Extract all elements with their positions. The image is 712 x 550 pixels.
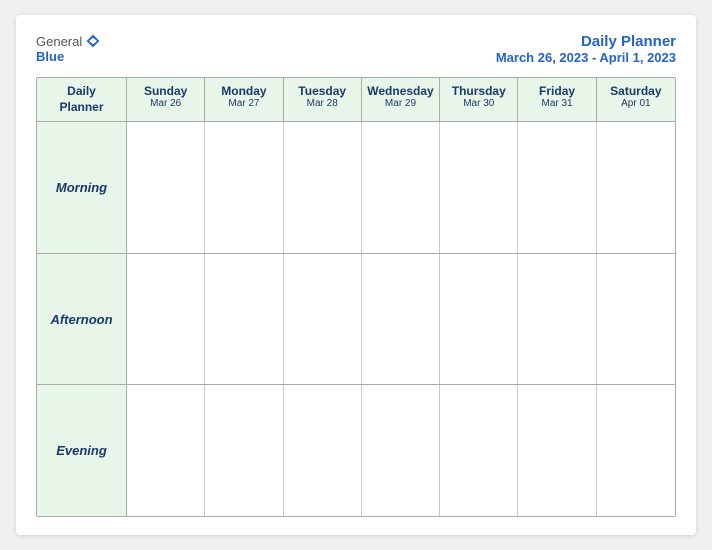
- friday-label: Friday: [522, 84, 591, 98]
- sunday-label: Sunday: [131, 84, 200, 98]
- thursday-label: Thursday: [444, 84, 513, 98]
- daily-planner-label-line1: Daily: [67, 84, 96, 100]
- thursday-date: Mar 30: [444, 98, 513, 109]
- first-column-header: Daily Planner: [37, 78, 127, 121]
- afternoon-label: Afternoon: [37, 254, 127, 385]
- daily-planner-label-line2: Planner: [59, 100, 103, 116]
- col-header-sunday: Sunday Mar 26: [127, 78, 205, 121]
- evening-saturday-cell[interactable]: [597, 385, 675, 516]
- morning-friday-cell[interactable]: [518, 122, 596, 253]
- title-area: Daily Planner March 26, 2023 - April 1, …: [496, 33, 676, 65]
- evening-sunday-cell[interactable]: [127, 385, 205, 516]
- logo-general-text: General: [36, 34, 82, 49]
- evening-monday-cell[interactable]: [205, 385, 283, 516]
- tuesday-label: Tuesday: [288, 84, 357, 98]
- body-rows: Morning Afternoon Evening: [37, 122, 675, 516]
- morning-wednesday-cell[interactable]: [362, 122, 440, 253]
- afternoon-monday-cell[interactable]: [205, 254, 283, 385]
- col-header-wednesday: Wednesday Mar 29: [362, 78, 440, 121]
- afternoon-friday-cell[interactable]: [518, 254, 596, 385]
- afternoon-sunday-cell[interactable]: [127, 254, 205, 385]
- afternoon-thursday-cell[interactable]: [440, 254, 518, 385]
- saturday-label: Saturday: [601, 84, 671, 98]
- logo-blue-text: Blue: [36, 49, 64, 64]
- evening-wednesday-cell[interactable]: [362, 385, 440, 516]
- morning-monday-cell[interactable]: [205, 122, 283, 253]
- logo-icon: [85, 33, 101, 49]
- col-header-friday: Friday Mar 31: [518, 78, 596, 121]
- friday-date: Mar 31: [522, 98, 591, 109]
- col-header-monday: Monday Mar 27: [205, 78, 283, 121]
- wednesday-label: Wednesday: [366, 84, 435, 98]
- wednesday-date: Mar 29: [366, 98, 435, 109]
- morning-thursday-cell[interactable]: [440, 122, 518, 253]
- planner-title: Daily Planner: [496, 33, 676, 50]
- monday-date: Mar 27: [209, 98, 278, 109]
- monday-label: Monday: [209, 84, 278, 98]
- calendar-grid: Daily Planner Sunday Mar 26 Monday Mar 2…: [36, 77, 676, 517]
- logo: General: [36, 33, 101, 49]
- evening-thursday-cell[interactable]: [440, 385, 518, 516]
- header: General Blue Daily Planner March 26, 202…: [36, 33, 676, 65]
- column-header-row: Daily Planner Sunday Mar 26 Monday Mar 2…: [37, 78, 675, 122]
- col-header-saturday: Saturday Apr 01: [597, 78, 675, 121]
- morning-row: Morning: [37, 122, 675, 254]
- morning-sunday-cell[interactable]: [127, 122, 205, 253]
- afternoon-saturday-cell[interactable]: [597, 254, 675, 385]
- afternoon-wednesday-cell[interactable]: [362, 254, 440, 385]
- saturday-date: Apr 01: [601, 98, 671, 109]
- col-header-thursday: Thursday Mar 30: [440, 78, 518, 121]
- page: General Blue Daily Planner March 26, 202…: [16, 15, 696, 535]
- evening-tuesday-cell[interactable]: [284, 385, 362, 516]
- morning-tuesday-cell[interactable]: [284, 122, 362, 253]
- planner-date-range: March 26, 2023 - April 1, 2023: [496, 50, 676, 65]
- tuesday-date: Mar 28: [288, 98, 357, 109]
- logo-area: General Blue: [36, 33, 101, 64]
- col-header-tuesday: Tuesday Mar 28: [284, 78, 362, 121]
- evening-label: Evening: [37, 385, 127, 516]
- afternoon-row: Afternoon: [37, 254, 675, 386]
- morning-saturday-cell[interactable]: [597, 122, 675, 253]
- afternoon-tuesday-cell[interactable]: [284, 254, 362, 385]
- sunday-date: Mar 26: [131, 98, 200, 109]
- evening-friday-cell[interactable]: [518, 385, 596, 516]
- morning-label: Morning: [37, 122, 127, 253]
- evening-row: Evening: [37, 385, 675, 516]
